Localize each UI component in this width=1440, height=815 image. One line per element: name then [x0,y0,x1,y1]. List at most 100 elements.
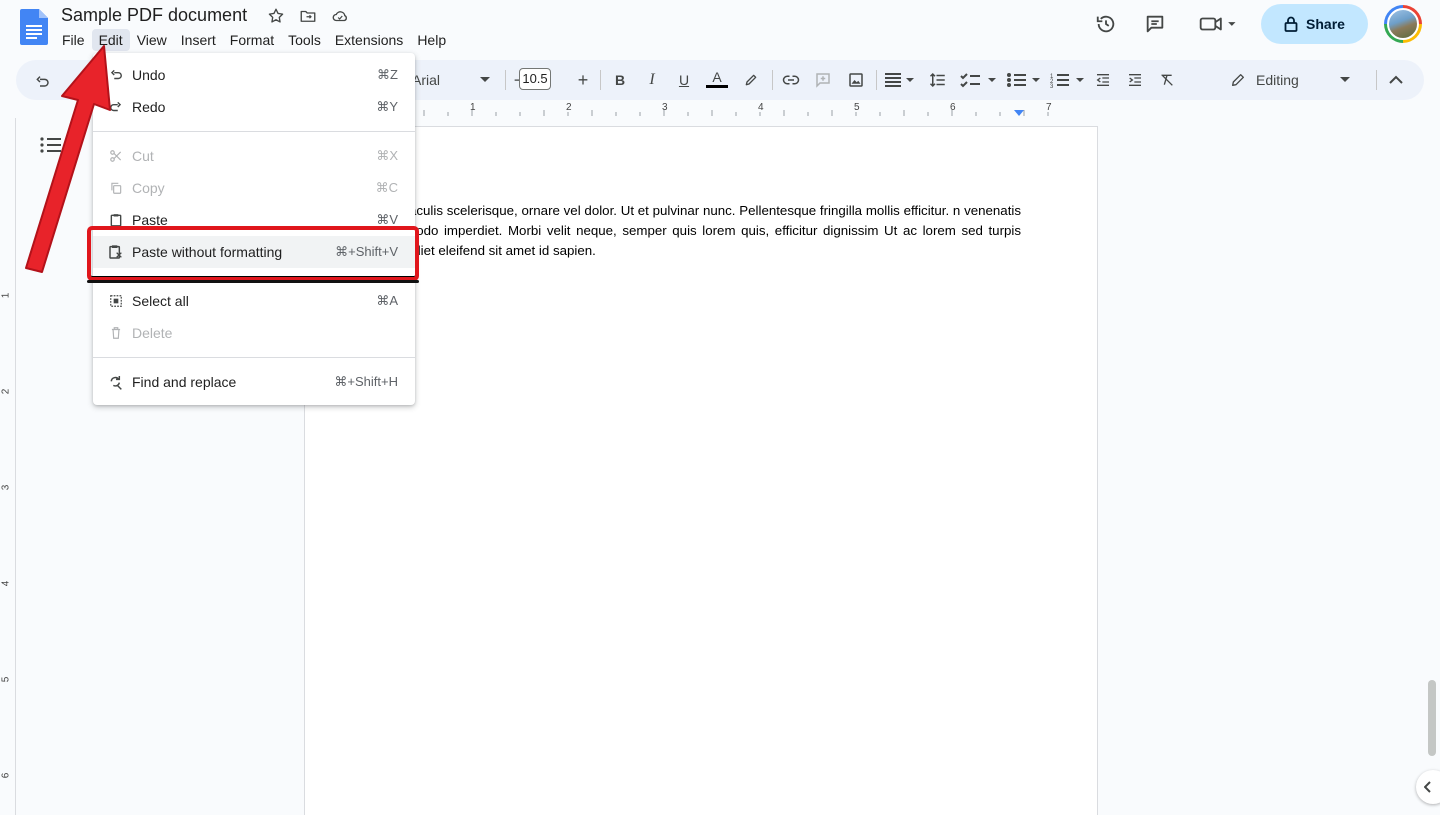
meet-icon[interactable] [1194,6,1244,42]
version-history-icon[interactable] [1088,6,1124,42]
decrease-indent-icon[interactable] [1094,68,1112,92]
menu-item-label: Find and replace [132,374,237,390]
chevron-left-icon [1424,781,1431,793]
horizontal-ruler[interactable]: 1 2 3 4 5 6 7 [304,100,1098,118]
side-panel-toggle[interactable] [1416,770,1440,804]
star-icon[interactable] [266,6,286,26]
menu-view[interactable]: View [130,29,174,51]
menu-item-label: Delete [132,325,173,341]
menu-item-label: Cut [132,148,154,164]
menu-insert[interactable]: Insert [174,29,223,51]
menu-item-shortcut: ⌘+Shift+H [334,374,398,389]
ruler-mark: 5 [854,102,860,113]
text-color-icon[interactable]: A [706,66,728,90]
vertical-scrollbar[interactable] [1428,680,1436,756]
clear-formatting-icon[interactable] [1158,68,1176,92]
increase-font-size-icon[interactable]: + [576,68,590,92]
ruler-mark: 2 [566,102,572,113]
menu-item-find-and-replace[interactable]: Find and replace ⌘+Shift+H [93,366,415,398]
menu-item-label: Redo [132,99,166,115]
undo-icon [107,66,125,84]
highlight-color-icon[interactable] [742,68,760,92]
menu-divider [93,357,415,358]
menu-item-label: Undo [132,67,166,83]
scissors-icon [107,147,125,165]
svg-text:3: 3 [1050,84,1054,88]
menu-item-shortcut: ⌘A [376,293,398,308]
add-comment-icon[interactable] [813,68,833,92]
menu-item-shortcut: ⌘X [376,148,398,163]
insert-image-icon[interactable] [846,68,866,92]
docs-logo-icon[interactable] [20,9,48,45]
menu-edit[interactable]: Edit [91,29,130,51]
ruler-mark: 7 [1046,102,1052,113]
menu-item-label: Copy [132,180,165,196]
ruler-mark: 6 [0,772,12,779]
editing-mode-dropdown[interactable]: Editing [1230,68,1356,92]
find-replace-icon [107,373,125,391]
comments-icon[interactable] [1137,6,1173,42]
header: Sample PDF document File Edit View Inser… [0,0,1440,58]
menu-item-shortcut: ⌘Z [377,67,398,82]
share-label: Share [1306,16,1345,32]
menu-tools[interactable]: Tools [281,29,328,51]
ruler-mark: 4 [758,102,764,113]
menu-file[interactable]: File [55,29,92,51]
ruler-mark: 2 [0,388,12,395]
bulleted-list-icon[interactable] [1006,68,1044,92]
undo-icon[interactable] [32,70,52,94]
chevron-down-icon [480,77,490,82]
menu-item-shortcut: ⌘Y [376,99,398,114]
redo-icon [107,98,125,116]
menu-extensions[interactable]: Extensions [328,29,410,51]
font-family-value: Arial [412,72,441,88]
google-docs-app: Sample PDF document File Edit View Inser… [0,0,1440,815]
line-spacing-icon[interactable] [928,68,948,92]
share-button[interactable]: Share [1261,4,1368,44]
underline-icon[interactable]: U [676,68,692,92]
insert-link-icon[interactable] [781,68,801,92]
pencil-icon [1232,74,1244,86]
increase-indent-icon[interactable] [1126,68,1144,92]
ruler-mark: 1 [470,102,476,113]
ruler-mark: 4 [0,580,12,587]
menu-item-cut[interactable]: Cut ⌘X [93,140,415,172]
font-size-input[interactable]: 10.5 [519,68,551,90]
bold-icon[interactable]: B [612,68,628,92]
vertical-ruler[interactable]: 1 2 3 4 5 6 [0,118,16,815]
trash-icon [107,324,125,342]
menu-item-shortcut: ⌘C [375,180,398,195]
menubar: File Edit View Insert Format Tools Exten… [55,29,453,51]
numbered-list-icon[interactable]: 123 [1050,68,1088,92]
document-title[interactable]: Sample PDF document [61,5,247,26]
menu-format[interactable]: Format [223,29,281,51]
ruler-mark: 1 [0,292,12,299]
checklist-icon[interactable] [960,68,998,92]
select-all-icon [107,292,125,310]
italic-icon[interactable]: I [644,68,660,92]
avatar[interactable] [1384,5,1422,43]
highlight-annotation [87,226,419,283]
move-folder-icon[interactable] [298,6,318,26]
menu-item-select-all[interactable]: Select all ⌘A [93,285,415,317]
collapse-toolbar-icon[interactable] [1388,68,1404,92]
document-outline-icon[interactable] [40,136,62,154]
align-icon[interactable] [884,68,918,92]
ruler-mark: 3 [0,484,12,491]
menu-item-delete[interactable]: Delete [93,317,415,349]
lock-icon [1284,16,1298,32]
menu-divider [93,131,415,132]
menu-help[interactable]: Help [410,29,453,51]
ruler-mark: 5 [0,676,12,683]
chevron-down-icon [1340,77,1350,82]
menu-item-copy[interactable]: Copy ⌘C [93,172,415,204]
copy-icon [107,179,125,197]
cloud-saved-icon[interactable] [330,6,350,26]
ruler-mark: 3 [662,102,668,113]
ruler-mark: 6 [950,102,956,113]
document-body-text[interactable]: a at iaculis scelerisque, ornare vel dol… [380,201,1021,261]
menu-item-redo[interactable]: Redo ⌘Y [93,91,415,123]
menu-item-undo[interactable]: Undo ⌘Z [93,59,415,91]
editing-mode-label: Editing [1256,72,1299,88]
font-family-dropdown[interactable]: Arial [412,68,492,92]
